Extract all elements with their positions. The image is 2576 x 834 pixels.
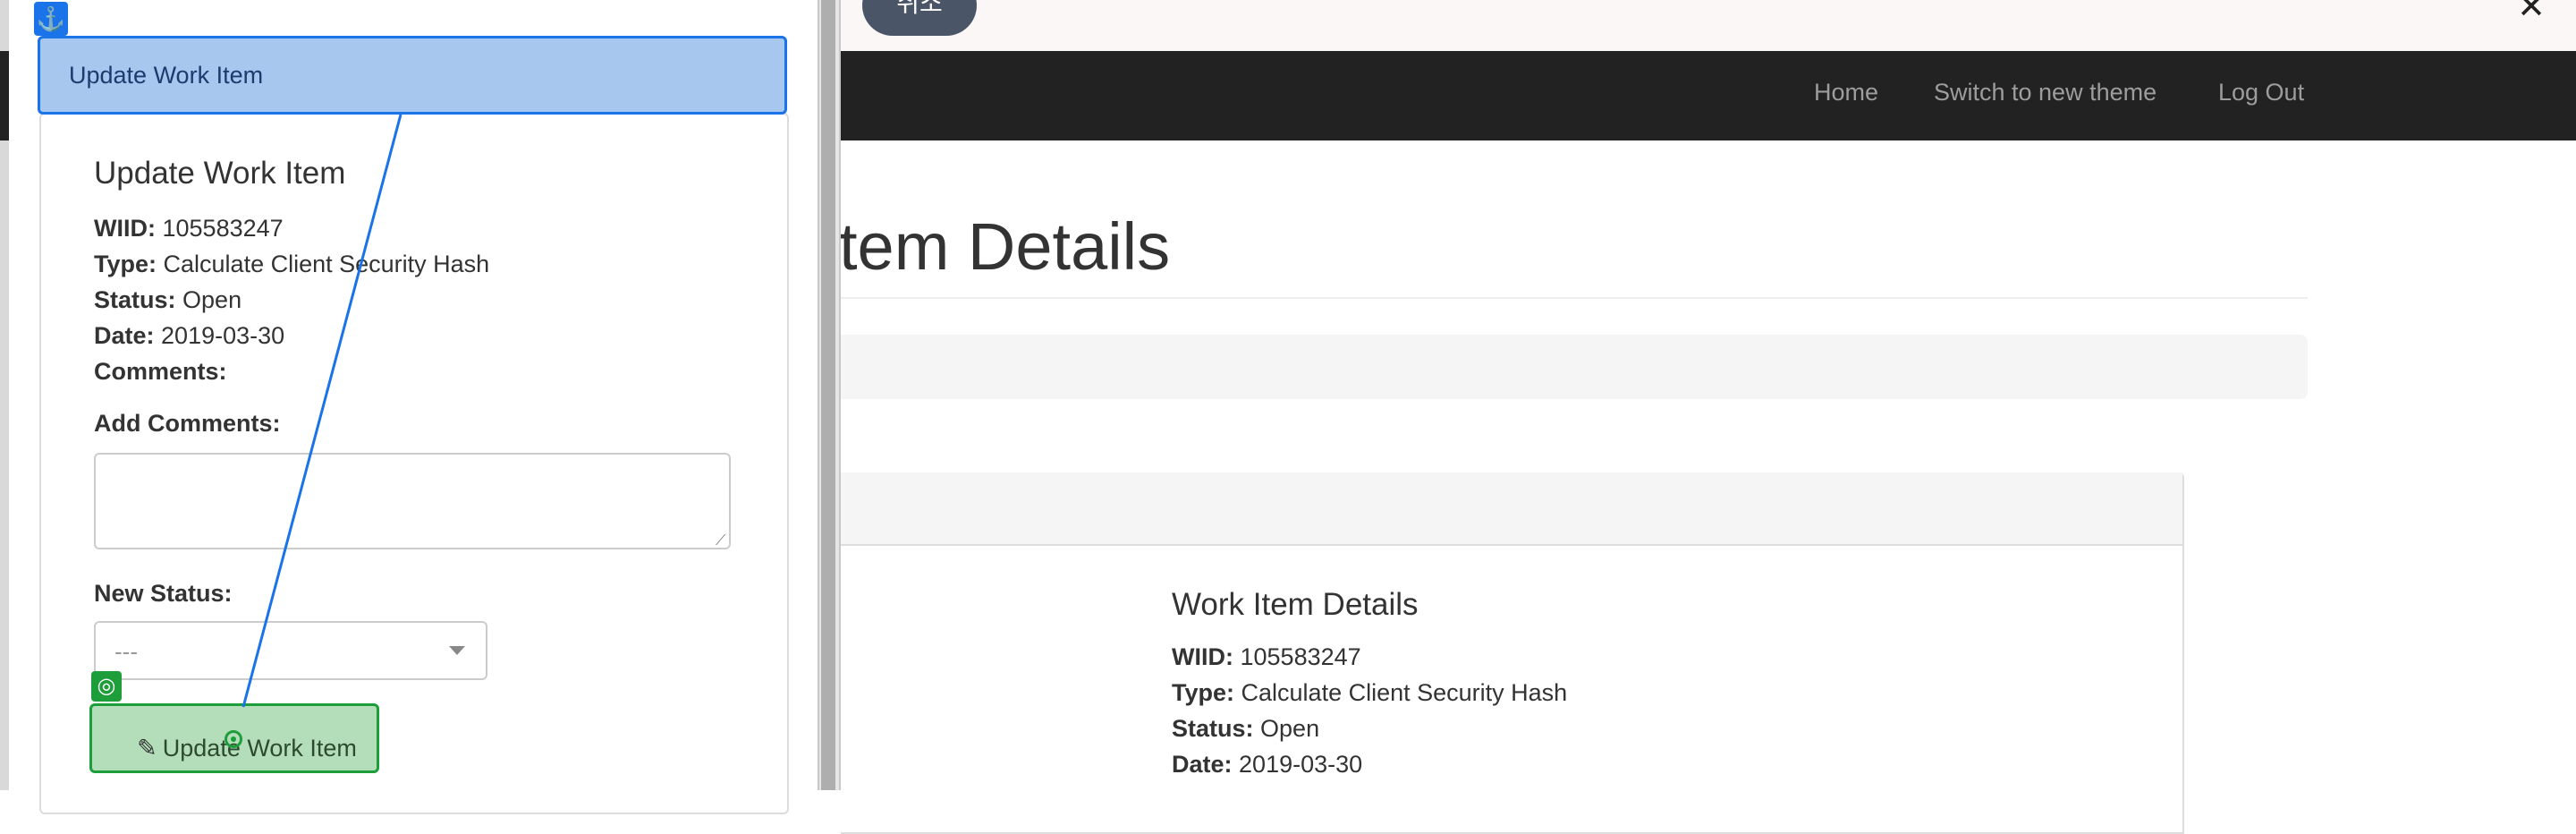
update-button-label: Update Work Item <box>162 734 357 762</box>
modal-header[interactable]: Update Work Item <box>38 36 787 115</box>
modal-wiid: WIID: 105583247 <box>94 215 284 242</box>
target-icon: ◎ <box>91 671 122 702</box>
resize-handle-icon[interactable]: ⟋ <box>716 533 725 549</box>
pane-divider-handle[interactable] <box>821 0 835 790</box>
cancel-button[interactable]: 취소 <box>862 0 977 36</box>
nav-switch-theme-link[interactable]: Switch to new theme <box>1934 79 2157 106</box>
detail-wiid: WIID: 105583247 <box>1172 643 1361 670</box>
modal-date: Date: 2019-03-30 <box>94 322 285 349</box>
heading-divider <box>841 297 2308 299</box>
page-title: tem Details <box>839 209 1171 284</box>
detail-type: Type: Calculate Client Security Hash <box>1172 679 1568 706</box>
modal-status: Status: Open <box>94 286 242 313</box>
work-item-details: Work Item Details WIID: 105583247 Type: … <box>1172 587 1567 782</box>
detail-status: Status: Open <box>1172 715 1320 742</box>
nav-logout-link[interactable]: Log Out <box>2218 79 2304 106</box>
close-icon[interactable]: ✕ <box>2513 0 2549 25</box>
details-title: Work Item Details <box>1172 587 1419 622</box>
modal-comments-label: Comments: <box>94 358 227 385</box>
nav-home-link[interactable]: Home <box>1814 79 1878 106</box>
click-target-icon <box>225 730 242 748</box>
new-status-select[interactable] <box>94 621 487 680</box>
modal-info: WIID: 105583247 Type: Calculate Client S… <box>94 210 489 389</box>
modal-type: Type: Calculate Client Security Hash <box>94 251 490 277</box>
chevron-down-icon <box>449 646 465 655</box>
details-panel-header <box>841 472 2182 546</box>
top-bar <box>841 0 2576 51</box>
left-edge-dark <box>0 51 9 140</box>
breadcrumb-bar <box>841 335 2308 399</box>
add-comments-textarea[interactable] <box>94 453 731 549</box>
anchor-icon: ⚓ <box>34 2 68 36</box>
modal-title: Update Work Item <box>94 156 346 191</box>
pencil-icon: ✎ <box>137 734 157 762</box>
new-status-value: --- <box>114 638 138 665</box>
detail-date: Date: 2019-03-30 <box>1172 751 1363 778</box>
add-comments-label: Add Comments: <box>94 410 281 437</box>
navbar <box>841 51 2576 140</box>
new-status-label: New Status: <box>94 580 233 607</box>
